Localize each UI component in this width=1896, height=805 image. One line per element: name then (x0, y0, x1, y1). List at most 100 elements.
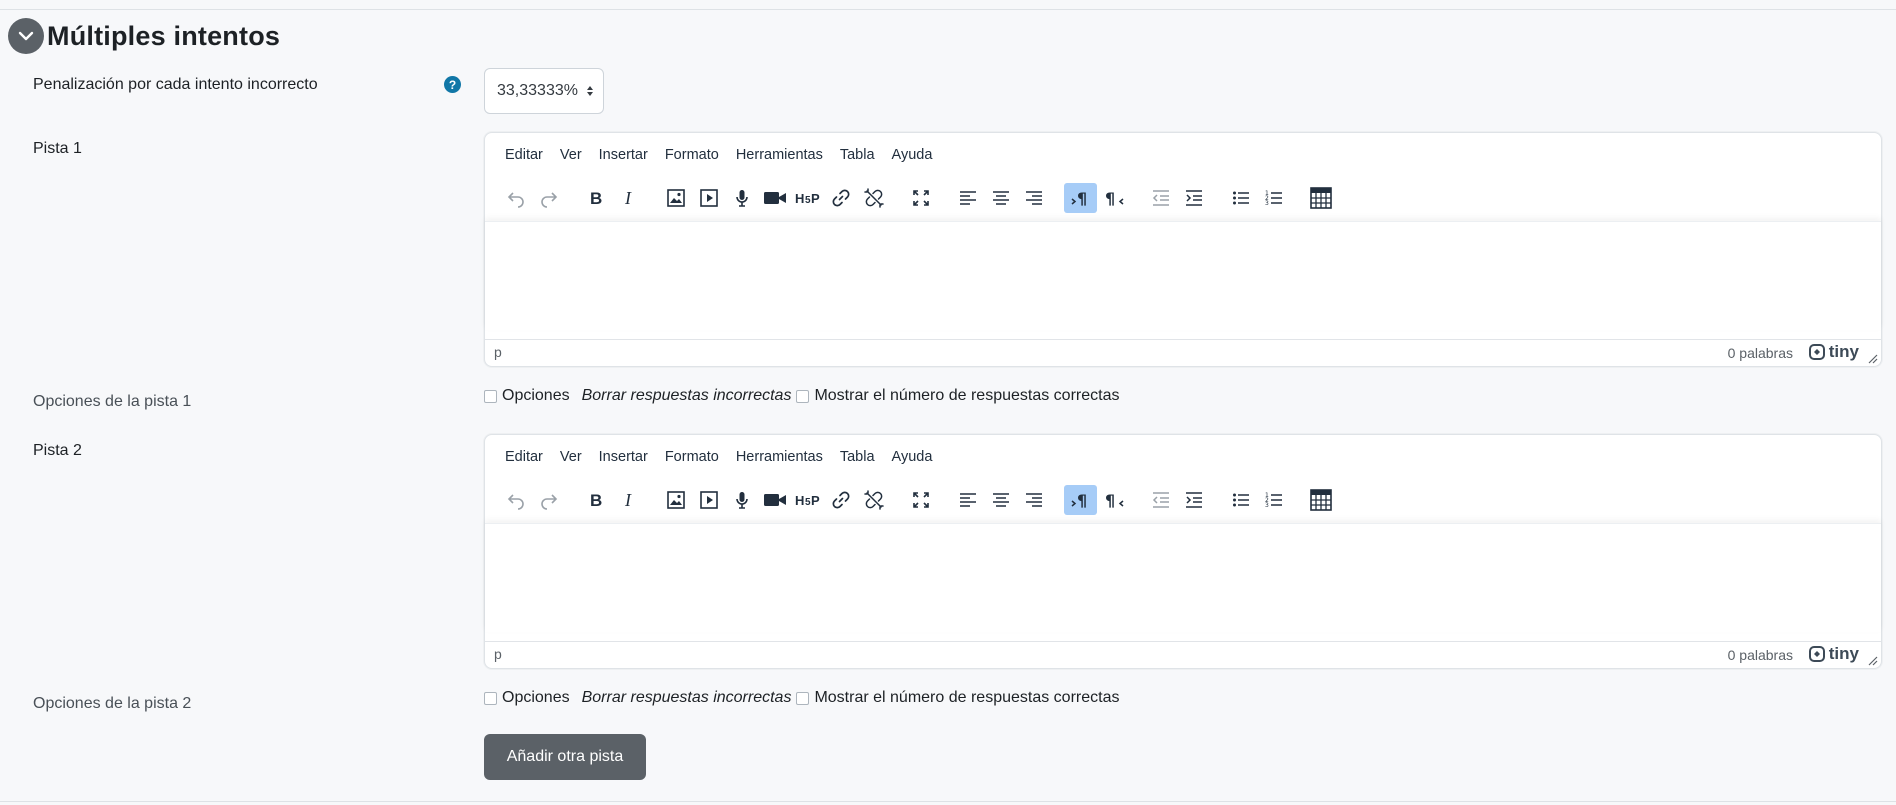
italic-icon[interactable]: I (612, 183, 645, 213)
top-divider (0, 9, 1896, 10)
hint-1-editor: Editar Ver Insertar Formato Herramientas… (484, 132, 1882, 367)
table-icon[interactable] (1304, 485, 1337, 515)
menu-editar[interactable]: Editar (505, 449, 543, 465)
align-center-icon[interactable] (984, 183, 1017, 213)
unlink-icon[interactable] (857, 485, 890, 515)
menu-ayuda[interactable]: Ayuda (892, 147, 933, 163)
hint-2-options-checkbox[interactable] (484, 691, 497, 705)
svg-text:B: B (590, 189, 602, 208)
unlink-icon[interactable] (857, 183, 890, 213)
svg-text:H: H (795, 493, 804, 508)
h5p-icon[interactable]: H5P (791, 485, 824, 515)
word-count[interactable]: 0 palabras (1728, 345, 1793, 361)
hint-1-show-num-correct-checkbox[interactable] (796, 389, 810, 403)
select-arrows-icon (586, 85, 594, 97)
tiny-logo[interactable]: tiny (1808, 342, 1859, 362)
menu-ver[interactable]: Ver (560, 449, 582, 465)
bold-icon[interactable]: B (579, 485, 612, 515)
redo-icon[interactable] (532, 485, 565, 515)
microphone-icon[interactable] (725, 183, 758, 213)
menu-tabla[interactable]: Tabla (840, 147, 875, 163)
word-count[interactable]: 0 palabras (1728, 647, 1793, 663)
fullscreen-icon[interactable] (904, 183, 937, 213)
undo-icon[interactable] (499, 183, 532, 213)
help-icon[interactable]: ? (444, 76, 461, 93)
menu-formato[interactable]: Formato (665, 147, 719, 163)
media-icon[interactable] (692, 485, 725, 515)
bottom-divider (0, 801, 1896, 802)
align-right-icon[interactable] (1017, 485, 1050, 515)
penalty-select[interactable]: 33,33333% (484, 68, 604, 114)
align-center-icon[interactable] (984, 485, 1017, 515)
hint-2-options: Opciones Borrar respuestas incorrectas M… (484, 689, 1119, 707)
image-icon[interactable] (659, 485, 692, 515)
link-icon[interactable] (824, 183, 857, 213)
numbered-list-icon[interactable]: 123 (1257, 183, 1290, 213)
hint-1-options: Opciones Borrar respuestas incorrectas M… (484, 387, 1119, 405)
redo-icon[interactable] (532, 183, 565, 213)
fullscreen-icon[interactable] (904, 485, 937, 515)
hint-2-content-area[interactable] (485, 523, 1881, 632)
media-icon[interactable] (692, 183, 725, 213)
undo-icon[interactable] (499, 485, 532, 515)
menu-insertar[interactable]: Insertar (599, 449, 648, 465)
menu-editar[interactable]: Editar (505, 147, 543, 163)
menu-herramientas[interactable]: Herramientas (736, 147, 823, 163)
outdent-icon[interactable] (1144, 183, 1177, 213)
menu-ver[interactable]: Ver (560, 147, 582, 163)
ltr-icon[interactable]: ¶ (1064, 183, 1097, 213)
video-camera-icon[interactable] (758, 485, 791, 515)
menu-tabla[interactable]: Tabla (840, 449, 875, 465)
clear-incorrect-text: Borrar respuestas incorrectas (581, 689, 792, 706)
rtl-icon[interactable]: ¶ (1097, 183, 1130, 213)
chevron-down-icon[interactable] (8, 18, 44, 54)
bullet-list-icon[interactable] (1224, 183, 1257, 213)
tiny-logo[interactable]: tiny (1808, 644, 1859, 664)
table-icon[interactable] (1304, 183, 1337, 213)
italic-icon[interactable]: I (612, 485, 645, 515)
menu-formato[interactable]: Formato (665, 449, 719, 465)
svg-text:B: B (590, 491, 602, 510)
svg-text:P: P (811, 493, 820, 508)
outdent-icon[interactable] (1144, 485, 1177, 515)
indent-icon[interactable] (1177, 183, 1210, 213)
align-left-icon[interactable] (951, 183, 984, 213)
editor-toolbar: B I H5P ¶ ¶ 123 (499, 181, 1337, 215)
svg-text:¶: ¶ (1077, 491, 1087, 510)
hint-2-label: Pista 2 (33, 442, 82, 459)
hint-1-content-area[interactable] (485, 221, 1881, 330)
indent-icon[interactable] (1177, 485, 1210, 515)
element-path[interactable]: p (494, 344, 502, 360)
tiny-brand-text: tiny (1828, 342, 1859, 361)
menu-ayuda[interactable]: Ayuda (892, 449, 933, 465)
penalty-label: Penalización por cada intento incorrecto (33, 76, 318, 93)
svg-text:P: P (811, 191, 820, 206)
link-icon[interactable] (824, 485, 857, 515)
menu-herramientas[interactable]: Herramientas (736, 449, 823, 465)
options-text: Opciones (502, 387, 570, 404)
element-path[interactable]: p (494, 646, 502, 662)
hint-1-options-checkbox[interactable] (484, 389, 497, 403)
section-header: Múltiples intentos (8, 18, 280, 54)
show-num-correct-text: Mostrar el número de respuestas correcta… (814, 689, 1120, 706)
h5p-icon[interactable]: H5P (791, 183, 824, 213)
resize-handle-icon[interactable] (1868, 354, 1878, 364)
bold-icon[interactable]: B (579, 183, 612, 213)
image-icon[interactable] (659, 183, 692, 213)
hint-2-show-num-correct-checkbox[interactable] (796, 691, 810, 705)
numbered-list-icon[interactable]: 123 (1257, 485, 1290, 515)
menu-insertar[interactable]: Insertar (599, 147, 648, 163)
microphone-icon[interactable] (725, 485, 758, 515)
editor-menubar: Editar Ver Insertar Formato Herramientas… (505, 147, 949, 163)
rtl-icon[interactable]: ¶ (1097, 485, 1130, 515)
add-hint-button[interactable]: Añadir otra pista (484, 734, 646, 780)
svg-text:I: I (624, 188, 632, 208)
bullet-list-icon[interactable] (1224, 485, 1257, 515)
tiny-brand-text: tiny (1828, 644, 1859, 663)
video-camera-icon[interactable] (758, 183, 791, 213)
resize-handle-icon[interactable] (1868, 656, 1878, 666)
align-left-icon[interactable] (951, 485, 984, 515)
align-right-icon[interactable] (1017, 183, 1050, 213)
hint-1-options-label: Opciones de la pista 1 (33, 393, 192, 410)
ltr-icon[interactable]: ¶ (1064, 485, 1097, 515)
